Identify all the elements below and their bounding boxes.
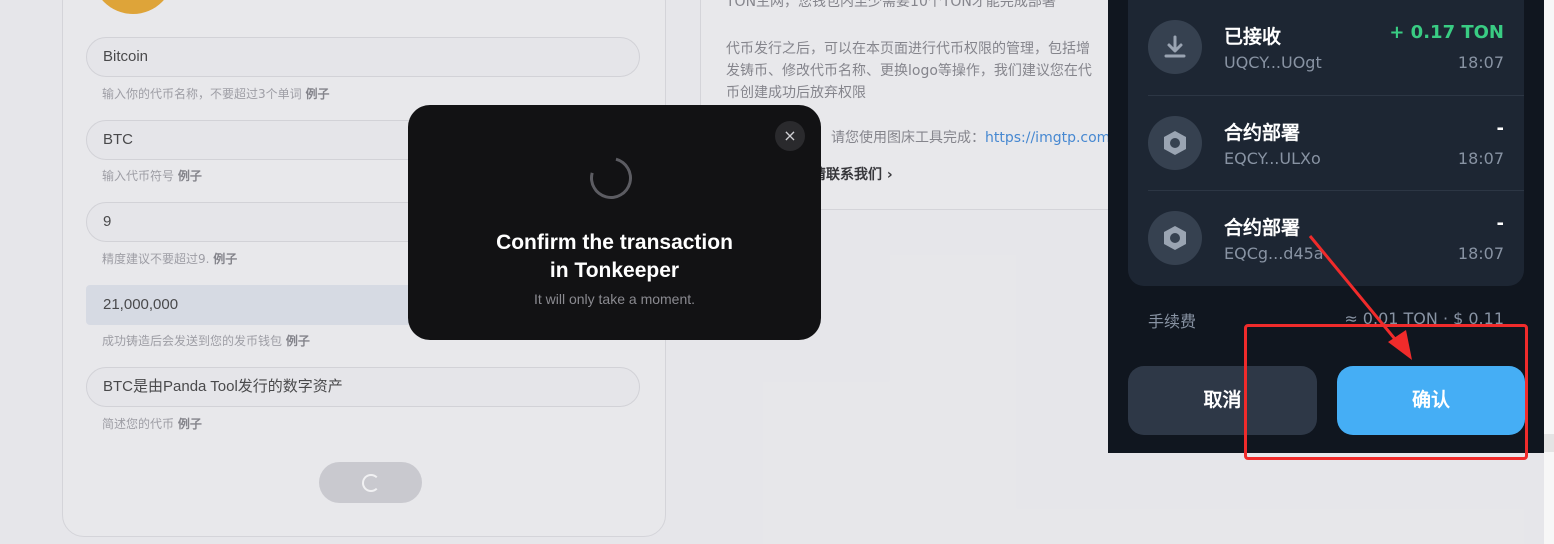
annotation-arrow-icon [1308,235,1412,360]
